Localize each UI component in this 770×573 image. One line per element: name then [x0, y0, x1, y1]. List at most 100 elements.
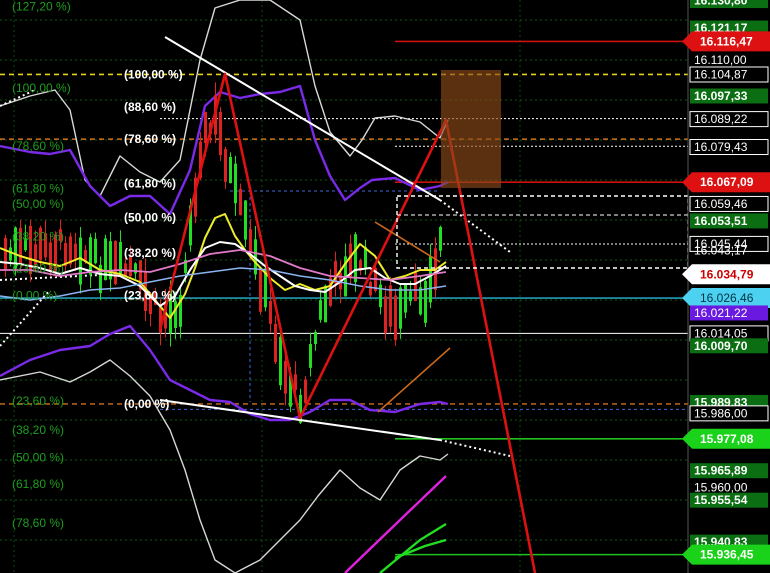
candle — [234, 163, 237, 204]
price-label: 16.021,22 — [690, 305, 768, 321]
candle — [439, 226, 442, 251]
fib-label-right: (61,80 %) — [124, 176, 176, 190]
candle — [204, 111, 207, 144]
candle — [389, 285, 392, 327]
fib-label-left: (61,80 %) — [12, 181, 64, 195]
price-label-text: 16.130,80 — [694, 0, 748, 8]
fib-label-right: (78,60 %) — [124, 132, 176, 146]
candle — [304, 379, 307, 404]
candle — [284, 361, 287, 394]
fib-label-right: (0,00 %) — [124, 397, 169, 411]
price-label-text: 16.079,43 — [694, 140, 748, 154]
candle — [219, 111, 222, 156]
fib-label-left: (61,80 %) — [12, 477, 64, 491]
price-label: 16.053,51 — [690, 213, 768, 229]
price-label-text: 15.936,45 — [700, 548, 754, 562]
candle — [94, 238, 97, 264]
candle — [249, 229, 252, 254]
candle — [309, 344, 312, 368]
candle — [4, 238, 7, 271]
candle — [424, 280, 427, 323]
price-label-text: 16.034,79 — [700, 267, 754, 281]
candle — [319, 300, 322, 320]
candle — [114, 240, 117, 285]
candle — [314, 331, 317, 345]
candle — [404, 284, 407, 313]
price-label-text: 16.097,33 — [694, 89, 748, 103]
fib-label-left: (38,20 %) — [12, 229, 64, 243]
price-label-text: 16.043,17 — [694, 243, 748, 257]
lower-band-line — [0, 359, 449, 573]
candle — [89, 237, 92, 275]
price-label: 15.977,08 — [682, 428, 770, 449]
price-label: 16.104,87 — [689, 66, 769, 83]
price-label-text: 16.059,46 — [694, 197, 748, 211]
fib-label-right: (50,00 %) — [124, 211, 176, 225]
price-label-text: 16.104,87 — [694, 67, 748, 81]
price-label: 16.059,46 — [689, 195, 769, 212]
candle — [244, 200, 247, 240]
candle — [9, 247, 12, 261]
fib-label-left: (23,60 %) — [12, 262, 64, 276]
candle — [174, 301, 177, 328]
target-zone-box — [441, 70, 501, 188]
price-label-text: 16.067,09 — [700, 175, 754, 189]
price-label-text: 15.977,08 — [700, 432, 754, 446]
candle — [279, 336, 282, 386]
fib-label-left: (127,20 %) — [12, 0, 71, 13]
price-label: 15.936,45 — [682, 544, 770, 565]
candle — [229, 156, 232, 184]
candle — [239, 188, 242, 216]
price-label-text: 15.965,89 — [694, 464, 748, 478]
price-label-text: 16.009,70 — [694, 339, 748, 353]
price-axis: 16.130,8016.121,1716.116,4716.110,0016.1… — [682, 0, 770, 573]
candle — [274, 323, 277, 363]
price-label-text: 16.116,47 — [700, 34, 753, 48]
candle — [269, 301, 272, 324]
price-label: 16.009,70 — [690, 338, 768, 354]
candle — [354, 234, 357, 283]
price-chart: (100,00 %) (88,60 %) (78,60 %) (61,80 %) (50… — [0, 0, 770, 573]
candle — [429, 256, 432, 303]
price-label: 16.089,22 — [689, 111, 769, 128]
price-label: 16.034,79 — [682, 264, 770, 285]
candle — [419, 287, 422, 315]
fib-label-left: (0,00 %) — [12, 288, 57, 302]
orange-channel-line — [374, 221, 441, 263]
price-label-text: 16.021,22 — [694, 306, 748, 320]
candle — [329, 277, 332, 306]
candle — [74, 243, 77, 259]
chart-stage: (100,00 %) (88,60 %) (78,60 %) (61,80 %) (50… — [0, 0, 770, 573]
fib-label-left: (78,60 %) — [12, 516, 64, 530]
price-label: 15.965,89 — [690, 463, 768, 479]
fib-label-left: (50,00 %) — [12, 451, 64, 465]
price-label-text: 16.026,46 — [700, 291, 754, 305]
fib-label-right: (88,60 %) — [124, 100, 176, 114]
fib-label-left: (50,00 %) — [12, 197, 64, 211]
price-label: 16.097,33 — [690, 88, 768, 104]
fib-label-right: (38,20 %) — [124, 246, 176, 260]
candle — [119, 242, 122, 274]
candle — [384, 296, 387, 334]
fib-label-left: (100,00 %) — [12, 81, 71, 95]
candle — [394, 295, 397, 341]
price-label: 16.067,09 — [682, 172, 770, 193]
candle — [399, 287, 402, 329]
price-label-text: 16.053,51 — [694, 214, 748, 228]
fib-label-left: (78,60 %) — [12, 139, 64, 153]
candle — [409, 291, 412, 302]
price-label: 15.955,54 — [690, 492, 768, 508]
trend-line-lower-ext — [439, 439, 511, 457]
price-label-text: 15.955,54 — [694, 493, 748, 507]
candle — [69, 236, 72, 265]
price-label-text: 16.110,00 — [694, 53, 747, 67]
candle — [224, 149, 227, 182]
candles — [4, 82, 442, 425]
candle — [84, 249, 87, 261]
price-label-text: 15.986,00 — [694, 406, 748, 420]
candle — [259, 269, 262, 312]
fib-labels: (100,00 %) (88,60 %) (78,60 %) (61,80 %) (50… — [12, 0, 183, 530]
fib-label-right: (23,60 %) — [124, 288, 176, 302]
indicator-lines — [0, 213, 447, 573]
candle — [109, 241, 112, 280]
